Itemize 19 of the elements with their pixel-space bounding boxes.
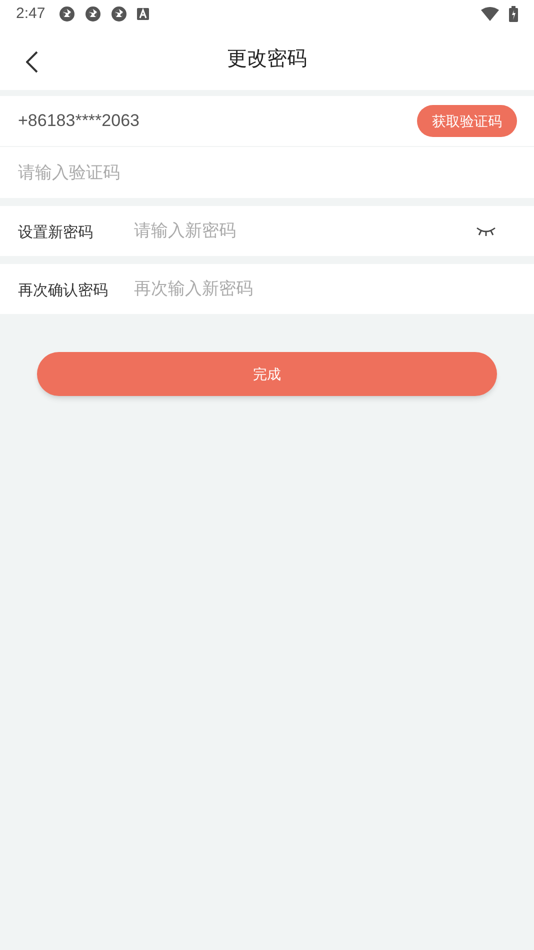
wifi-icon bbox=[481, 7, 499, 21]
aperture-icon bbox=[85, 6, 102, 22]
password-input-field[interactable]: 设置新密码 请输入新密码 bbox=[0, 206, 534, 256]
code-input-field[interactable]: 请输入验证码 bbox=[0, 147, 534, 198]
code-input[interactable]: 请输入验证码 bbox=[18, 160, 516, 186]
password-input[interactable]: 请输入新密码 bbox=[134, 218, 476, 244]
phone-number: +86183****2063 bbox=[18, 110, 140, 132]
battery-icon bbox=[509, 6, 518, 22]
page-title: 更改密码 bbox=[227, 47, 307, 72]
field-label: 再次确认密码 bbox=[18, 281, 109, 302]
password-input-field[interactable]: 再次确认密码 再次输入新密码 bbox=[0, 264, 534, 314]
eye-closed-icon[interactable] bbox=[476, 226, 496, 236]
aperture-icon bbox=[111, 6, 128, 22]
aperture-icon bbox=[59, 6, 76, 22]
field-label: 设置新密码 bbox=[18, 223, 94, 244]
password-input[interactable]: 再次输入新密码 bbox=[134, 276, 496, 302]
back-icon bbox=[26, 51, 38, 73]
status-time: 2:47 bbox=[16, 4, 46, 24]
notification-icon bbox=[137, 8, 150, 20]
